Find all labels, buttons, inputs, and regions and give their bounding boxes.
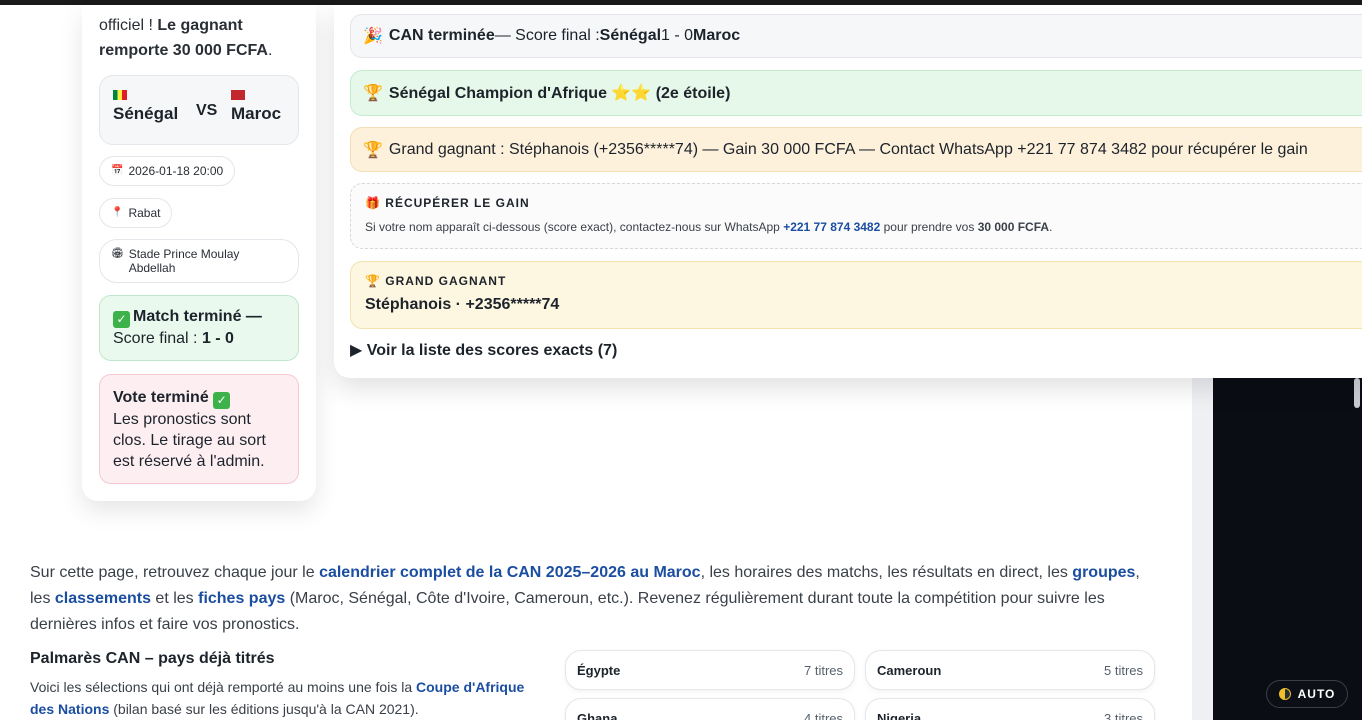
exact-scores-toggle[interactable]: ▶ Voir la liste des scores exacts (7) [350, 340, 617, 360]
title-card-ghana: Ghana 4 titres [565, 698, 855, 720]
dark-side-panel [1213, 378, 1362, 720]
theme-auto-button[interactable]: AUTO [1266, 680, 1348, 708]
gift-icon: 🎁 [365, 196, 381, 210]
standings-link[interactable]: classements [55, 590, 151, 607]
end-away: Maroc [693, 27, 741, 44]
claim-pre: Si votre nom apparaît ci-dessous (score … [365, 220, 784, 234]
winner-title: GRAND GAGNANT [385, 274, 507, 288]
team-away-name: Maroc [231, 104, 282, 123]
whatsapp-link[interactable]: +221 77 874 3482 [783, 220, 880, 234]
groups-link[interactable]: groupes [1072, 564, 1135, 581]
teams-box: Sénégal VS Maroc [99, 75, 299, 145]
claim-post: . [1049, 220, 1053, 234]
pin-icon: 📍 [111, 207, 124, 218]
champion-bar: 🏆 Sénégal Champion d'Afrique ⭐⭐ (2e étoi… [350, 70, 1362, 116]
end-mid: — Score final : [494, 27, 600, 44]
title-card-egypt: Égypte 7 titres [565, 650, 855, 690]
claim-text: Si votre nom apparaît ci-dessous (score … [365, 220, 1052, 234]
stadium-icon: 🏟 [111, 248, 124, 259]
check-icon: ✓ [113, 311, 130, 328]
claim-title: RÉCUPÉRER LE GAIN [385, 196, 530, 210]
versus-label: VS [196, 102, 218, 119]
theme-auto-label: AUTO [1297, 687, 1336, 701]
date-pill: 📅 2026-01-18 20:00 [99, 156, 236, 186]
trophy-icon: 🏆 [363, 141, 383, 159]
city-pill: 📍 Rabat [99, 198, 173, 228]
champion-text: Sénégal Champion d'Afrique ⭐⭐ (2e étoile… [388, 85, 731, 102]
final-score-value: 1 - 0 [201, 330, 234, 347]
article-text: , les horaires des matchs, les résultats… [700, 564, 1073, 581]
team-home: Sénégal [113, 90, 178, 124]
match-finished-box: ✓ Match terminé — Score final : 1 - 0 [99, 295, 299, 361]
country-name: Nigeria [877, 710, 922, 720]
prize-intro: officiel ! Le gagnant remporte 30 000 FC… [99, 13, 299, 63]
calendar-icon: 📅 [111, 165, 124, 176]
title-count: 5 titres [1103, 662, 1143, 678]
end-label: CAN terminée [388, 27, 495, 44]
trophy-icon: 🏆 [363, 85, 383, 102]
title-count: 4 titres [803, 710, 843, 720]
vote-title-row: Vote terminé ✓ [113, 387, 285, 409]
article-text: Sur cette page, retrouvez chaque jour le [30, 564, 320, 581]
team-away: Maroc [231, 90, 281, 124]
end-home: Sénégal [599, 27, 662, 44]
venue-pill: 🏟 Stade Prince Moulay Abdellah [99, 239, 299, 283]
finished-title: Match terminé — [133, 308, 262, 325]
check-icon: ✓ [213, 392, 231, 409]
match-date: 2026-01-18 20:00 [128, 164, 224, 178]
country-name: Ghana [577, 710, 618, 720]
claim-title-row: 🎁 RÉCUPÉRER LE GAIN [365, 196, 1348, 210]
title-card-cameroon: Cameroun 5 titres [865, 650, 1155, 690]
vote-text: Les pronostics sont clos. Le tirage au s… [113, 411, 266, 470]
results-card: 🎉 CAN terminée — Score final : Sénégal 1… [334, 5, 1362, 378]
intro-end: . [267, 42, 273, 59]
claim-prize-box: 🎁 RÉCUPÉRER LE GAIN Si votre nom apparaî… [350, 183, 1362, 249]
intro-paragraph: Sur cette page, retrouvez chaque jour le… [30, 560, 1160, 638]
claim-mid: pour prendre vos [880, 220, 978, 234]
article-text: et les [150, 590, 199, 607]
winner-name: Stéphanois · +2356*****74 [365, 296, 560, 313]
winner-box: 🏆 GRAND GAGNANT Stéphanois · +2356*****7… [350, 261, 1362, 329]
country-name: Égypte [577, 662, 621, 678]
match-city: Rabat [128, 206, 161, 220]
tournament-ended-bar: 🎉 CAN terminée — Score final : Sénégal 1… [350, 14, 1362, 58]
calendar-link[interactable]: calendrier complet de la CAN 2025–2026 a… [319, 564, 701, 581]
winner-title-row: 🏆 GRAND GAGNANT [365, 274, 1348, 288]
title-count: 7 titres [803, 662, 843, 678]
claim-amount: 30 000 FCFA [977, 220, 1050, 234]
palmares-title: Palmarès CAN – pays déjà titrés [30, 650, 275, 667]
morocco-flag-icon [231, 90, 245, 100]
party-icon: 🎉 [363, 28, 383, 45]
scrollbar-thumb[interactable] [1354, 378, 1360, 408]
end-score: 1 - 0 [661, 27, 694, 44]
palmares-description: Voici les sélections qui ont déjà rempor… [30, 676, 550, 720]
grand-winner-bar: 🏆 Grand gagnant : Stéphanois (+2356*****… [350, 127, 1362, 172]
grand-winner-text: Grand gagnant : Stéphanois (+2356*****74… [388, 140, 1308, 158]
triangle-right-icon: ▶ [350, 342, 363, 359]
exact-scores-label: Voir la liste des scores exacts (7) [366, 342, 618, 359]
intro-text: officiel ! [99, 17, 158, 34]
trophy-icon: 🏆 [365, 274, 381, 288]
senegal-flag-icon [113, 90, 127, 100]
vote-title: Vote terminé [113, 389, 209, 406]
match-venue: Stade Prince Moulay Abdellah [128, 247, 240, 275]
country-name: Cameroun [877, 662, 942, 678]
country-profiles-link[interactable]: fiches pays [198, 590, 285, 607]
team-home-name: Sénégal [113, 104, 179, 123]
palmares-text: Voici les sélections qui ont déjà rempor… [30, 679, 416, 695]
palmares-text: (bilan basé sur les éditions jusqu'à la … [109, 701, 419, 717]
title-count: 3 titres [1103, 710, 1143, 720]
vote-closed-box: Vote terminé ✓ Les pronostics sont clos.… [99, 374, 299, 484]
title-card-nigeria: Nigeria 3 titres [865, 698, 1155, 720]
final-score-label: Score final : [113, 330, 202, 347]
half-moon-icon [1278, 688, 1291, 700]
match-sidebar-card: officiel ! Le gagnant remporte 30 000 FC… [82, 5, 316, 501]
